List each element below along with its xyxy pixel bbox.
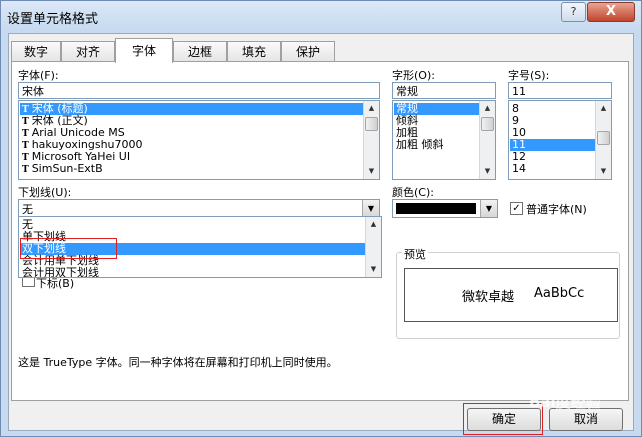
tab-font[interactable]: 字体 bbox=[115, 38, 173, 63]
font-name-input[interactable]: 宋体 bbox=[18, 82, 380, 99]
color-picker[interactable]: ▼ bbox=[392, 199, 498, 218]
truetype-icon: T bbox=[22, 129, 29, 139]
normal-font-checkbox[interactable]: ✓ bbox=[510, 202, 523, 215]
font-list-scrollbar[interactable]: ▲ ▼ bbox=[363, 101, 379, 179]
normal-font-label: 普通字体(N) bbox=[526, 203, 587, 216]
size-list-scrollbar[interactable]: ▲ ▼ bbox=[595, 101, 611, 179]
scroll-up-icon[interactable]: ▲ bbox=[481, 102, 494, 115]
truetype-icon: T bbox=[22, 165, 29, 175]
font-item-label: SimSun-ExtB bbox=[31, 162, 103, 175]
underline-list-scrollbar[interactable]: ▲ ▼ bbox=[365, 217, 381, 277]
close-button[interactable]: X bbox=[587, 2, 635, 22]
preview-label: 预览 bbox=[402, 246, 428, 262]
size-label: 字号(S): bbox=[508, 69, 550, 82]
title-bar: 设置单元格格式 ? X bbox=[1, 1, 641, 31]
scroll-thumb[interactable] bbox=[597, 131, 610, 145]
scroll-down-icon[interactable]: ▼ bbox=[367, 263, 380, 276]
scroll-up-icon[interactable]: ▲ bbox=[367, 218, 380, 231]
font-label: 字体(F): bbox=[18, 69, 59, 82]
size-list-item[interactable]: 14 bbox=[510, 163, 526, 175]
scroll-down-icon[interactable]: ▼ bbox=[597, 165, 610, 178]
tab-border[interactable]: 边框 bbox=[173, 41, 227, 62]
tab-fill[interactable]: 填充 bbox=[227, 41, 281, 62]
font-style-input[interactable]: 常规 bbox=[392, 82, 496, 99]
preview-text-cn: 微软卓越 bbox=[462, 290, 515, 305]
font-list-item[interactable]: T SimSun-ExtB bbox=[20, 162, 103, 176]
truetype-icon: T bbox=[22, 153, 29, 163]
scroll-down-icon[interactable]: ▼ bbox=[365, 165, 378, 178]
font-tab-panel: 字体(F): 宋体 T 宋体 (标题) T 宋体 (正文) T Arial Unico… bbox=[11, 61, 629, 401]
format-cells-dialog: 设置单元格格式 ? X 数字 对齐 字体 边框 填充 保护 字体(F): 宋体 … bbox=[0, 0, 642, 437]
annotation-highlight bbox=[20, 238, 117, 259]
scroll-thumb[interactable] bbox=[365, 117, 378, 131]
dialog-body: 数字 对齐 字体 边框 填充 保护 字体(F): 宋体 T 宋体 (标题) T 宋体… bbox=[8, 33, 634, 431]
style-label: 字形(O): bbox=[392, 69, 435, 82]
scroll-thumb[interactable] bbox=[481, 117, 494, 131]
font-style-list[interactable]: 常规 倾斜 加粗 加粗 倾斜 ▲ ▼ bbox=[392, 100, 496, 180]
truetype-icon: T bbox=[22, 105, 29, 115]
color-swatch bbox=[396, 203, 476, 214]
preview-text-en: AaBbCc bbox=[534, 286, 585, 301]
font-size-list[interactable]: 8 9 10 11 12 14 ▲ ▼ bbox=[508, 100, 612, 180]
scroll-down-icon[interactable]: ▼ bbox=[481, 165, 494, 178]
underline-option[interactable]: 会计用双下划线 bbox=[20, 267, 99, 278]
font-info-text: 这是 TrueType 字体。同一种字体将在屏幕和打印机上同时使用。 bbox=[18, 356, 338, 369]
style-list-scrollbar[interactable]: ▲ ▼ bbox=[479, 101, 495, 179]
dropdown-arrow-icon[interactable]: ▼ bbox=[480, 200, 497, 217]
style-list-item[interactable]: 加粗 倾斜 bbox=[394, 139, 444, 151]
dropdown-arrow-icon[interactable]: ▼ bbox=[362, 200, 379, 217]
truetype-icon: T bbox=[22, 117, 29, 127]
tab-protection[interactable]: 保护 bbox=[281, 41, 335, 62]
tab-number[interactable]: 数字 bbox=[11, 41, 61, 62]
font-list[interactable]: T 宋体 (标题) T 宋体 (正文) T Arial Unicode MS Thak… bbox=[18, 100, 380, 180]
help-button[interactable]: ? bbox=[561, 2, 586, 22]
underline-label: 下划线(U): bbox=[18, 186, 72, 199]
scroll-up-icon[interactable]: ▲ bbox=[597, 102, 610, 115]
dialog-title: 设置单元格格式 bbox=[7, 12, 99, 27]
truetype-icon: T bbox=[22, 141, 29, 151]
scroll-up-icon[interactable]: ▲ bbox=[365, 102, 378, 115]
color-label: 颜色(C): bbox=[392, 186, 434, 199]
tab-alignment[interactable]: 对齐 bbox=[61, 41, 115, 62]
underline-value: 无 bbox=[22, 203, 33, 216]
font-size-input[interactable]: 11 bbox=[508, 82, 612, 99]
watermark-logo: Bai度经验 bbox=[529, 393, 601, 411]
